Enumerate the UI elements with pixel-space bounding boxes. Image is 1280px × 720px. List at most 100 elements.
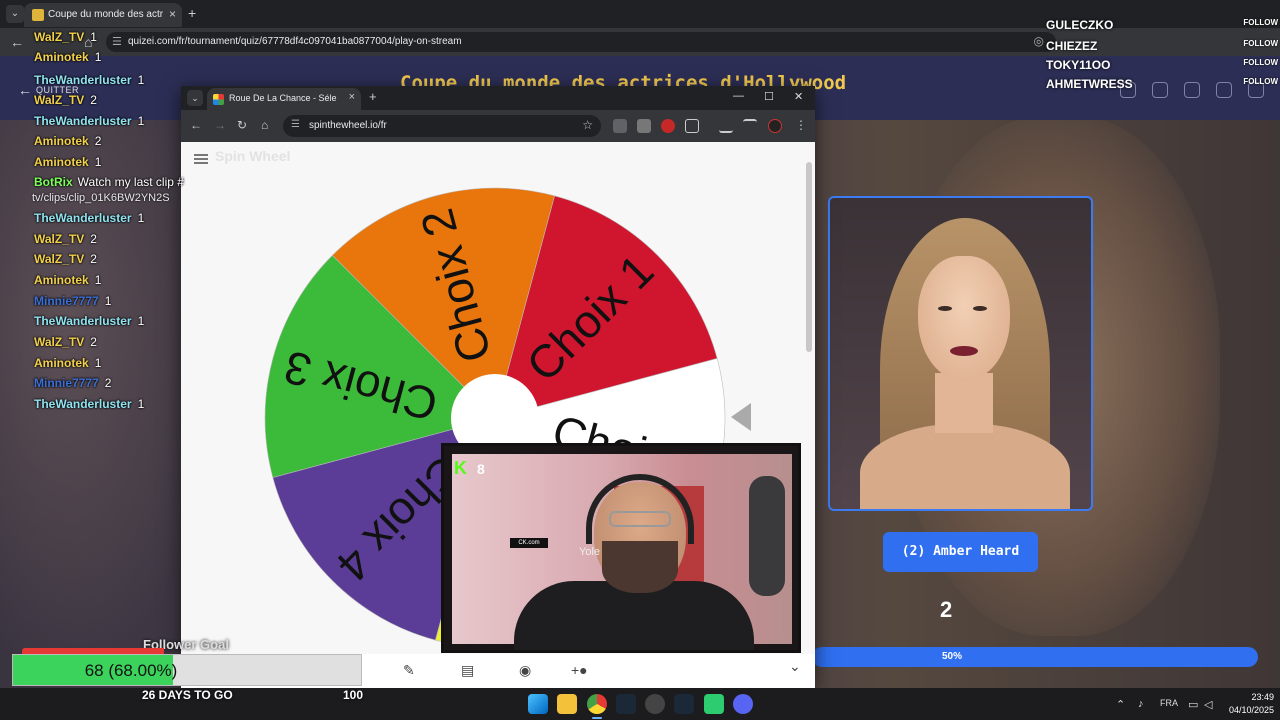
chat-username[interactable]: WalZ_TV	[34, 232, 84, 246]
follow-button[interactable]: FOLLOW	[1243, 58, 1278, 67]
clock-time[interactable]: 23:49	[1242, 692, 1274, 702]
steam-icon[interactable]	[616, 694, 636, 714]
outer-tab-title: Coupe du monde des actrices d	[48, 9, 163, 20]
scrollbar[interactable]	[806, 162, 812, 352]
streamer-beard	[602, 541, 678, 593]
chat-message: Aminotek 1	[34, 50, 101, 64]
kick-logo-icon: K	[454, 458, 467, 478]
profile-avatar-icon[interactable]	[768, 119, 782, 133]
candidate-image[interactable]	[828, 196, 1093, 511]
chevron-down-icon[interactable]: ⌄	[789, 658, 801, 675]
chat-username[interactable]: TheWanderluster	[34, 211, 132, 225]
extension-icon[interactable]	[613, 119, 627, 133]
close-window-icon[interactable]: ✕	[794, 90, 803, 103]
chat-username[interactable]: Aminotek	[34, 155, 89, 169]
windows-start-icon[interactable]	[528, 694, 548, 714]
home-icon[interactable]: ⌂	[261, 118, 268, 132]
reload-icon[interactable]: ↻	[237, 118, 247, 132]
new-tab-icon[interactable]: +	[188, 5, 196, 21]
chat-message: TheWanderluster 1	[34, 314, 144, 328]
chat-username[interactable]: TheWanderluster	[34, 314, 132, 328]
site-info-icon[interactable]: ☰	[291, 119, 300, 130]
chat-message: TheWanderluster 1	[34, 73, 144, 87]
tab-list-menu-button[interactable]: ⌄	[187, 90, 203, 106]
add-color-icon[interactable]: +●	[571, 662, 588, 678]
follower-name: AHMETWRESS	[1046, 77, 1133, 91]
progress-bar: 50%	[812, 647, 1258, 667]
chat-vote-number: 1	[94, 155, 102, 169]
chat-username[interactable]: TheWanderluster	[34, 397, 132, 411]
chat-username[interactable]: Aminotek	[34, 50, 89, 64]
follower-row: AHMETWRESS FOLLOW	[1040, 75, 1280, 94]
chat-message: TheWanderluster 1	[34, 397, 144, 411]
clipboard-icon[interactable]: ▤	[461, 662, 474, 679]
outer-tab-quizei[interactable]: Coupe du monde des actrices d ×	[24, 3, 182, 27]
maximize-icon[interactable]: ☐	[764, 90, 774, 103]
chat-username[interactable]: Aminotek	[34, 273, 89, 287]
chat-username[interactable]: Aminotek	[34, 134, 89, 148]
tray-chevron-icon[interactable]: ⌃	[1116, 698, 1125, 711]
back-arrow-icon[interactable]: ←	[190, 118, 202, 132]
follower-goal-bar: 68 (68.00%)	[12, 654, 362, 686]
chat-username[interactable]: Minnie7777	[34, 294, 99, 308]
chat-username[interactable]: WalZ_TV	[34, 93, 84, 107]
pencil-icon[interactable]: ✎	[403, 662, 415, 679]
follower-goal-label: 68 (68.00%)	[84, 661, 178, 680]
clock-date[interactable]: 04/10/2025	[1222, 705, 1274, 715]
sticker-text: CK.com	[510, 538, 548, 548]
outer-url-field[interactable]: ☰ quizei.com/fr/tournament/quiz/67778df4…	[106, 32, 1056, 52]
follow-button[interactable]: FOLLOW	[1243, 18, 1278, 27]
chat-username[interactable]: Aminotek	[34, 356, 89, 370]
chat-username[interactable]: BotRix	[34, 175, 73, 189]
language-indicator[interactable]: FRA	[1160, 698, 1178, 708]
chat-username[interactable]: TheWanderluster	[34, 73, 132, 87]
file-explorer-icon[interactable]	[557, 694, 577, 714]
site-info-icon[interactable]: ☰	[112, 35, 122, 48]
candidate-neck	[935, 373, 993, 433]
follow-button[interactable]: FOLLOW	[1243, 39, 1278, 48]
chat-message: WalZ_TV 2	[34, 232, 97, 246]
app-icon[interactable]	[704, 694, 724, 714]
download-icon[interactable]	[719, 119, 733, 133]
spin-tab[interactable]: Roue De La Chance - Sélecteur ×	[207, 88, 361, 110]
hide-eye-icon[interactable]: ◉	[519, 662, 531, 679]
chat-vote-number: 1	[137, 397, 145, 411]
new-tab-icon[interactable]: +	[369, 89, 377, 104]
candidate-vote-button[interactable]: (2) Amber Heard	[883, 532, 1038, 572]
bookmark-star-icon[interactable]: ☆	[582, 118, 593, 132]
spin-url-field[interactable]: ☰ spinthewheel.io/fr ☆	[283, 115, 601, 137]
chat-vote-number: 1	[137, 114, 145, 128]
network-icon[interactable]: ▭	[1188, 698, 1198, 711]
close-tab-icon[interactable]: ×	[169, 7, 176, 21]
chat-username[interactable]: TheWanderluster	[34, 114, 132, 128]
back-arrow-icon[interactable]: ←	[10, 34, 24, 50]
microphone-icon[interactable]: ♪	[1138, 698, 1144, 710]
chat-clip-link[interactable]: tv/clips/clip_01K6BW2YN2S	[32, 192, 170, 204]
follower-row: TOKY11OO FOLLOW	[1040, 56, 1280, 75]
forward-arrow-icon[interactable]: →	[214, 118, 226, 132]
follower-name: GULECZKO	[1046, 18, 1114, 32]
obs-icon[interactable]	[645, 694, 665, 714]
volume-icon[interactable]: ◁	[1204, 698, 1212, 711]
chrome-icon[interactable]	[587, 694, 607, 714]
outer-url-text: quizei.com/fr/tournament/quiz/67778df4c0…	[128, 36, 462, 47]
progress-text: 50%	[941, 651, 962, 662]
extension-icon[interactable]	[637, 119, 651, 133]
close-tab-icon[interactable]: ×	[349, 91, 355, 103]
discord-icon[interactable]	[733, 694, 753, 714]
quit-arrow-icon[interactable]: ←	[18, 82, 32, 98]
tab-list-menu-button[interactable]: ⌄	[6, 5, 24, 23]
more-menu-icon[interactable]: ⋮	[795, 118, 807, 132]
extensions-puzzle-icon[interactable]	[685, 119, 699, 133]
chat-username[interactable]: Minnie7777	[34, 376, 99, 390]
wheel-pointer-icon	[731, 403, 751, 431]
chat-username[interactable]: WalZ_TV	[34, 30, 84, 44]
minimize-icon[interactable]: —	[733, 90, 744, 102]
ublock-icon[interactable]	[661, 119, 675, 133]
chat-username[interactable]: WalZ_TV	[34, 252, 84, 266]
active-app-indicator	[592, 717, 602, 719]
follow-button[interactable]: FOLLOW	[1243, 77, 1278, 86]
steam-icon[interactable]	[674, 694, 694, 714]
reading-list-icon[interactable]	[743, 119, 757, 133]
chat-username[interactable]: WalZ_TV	[34, 335, 84, 349]
